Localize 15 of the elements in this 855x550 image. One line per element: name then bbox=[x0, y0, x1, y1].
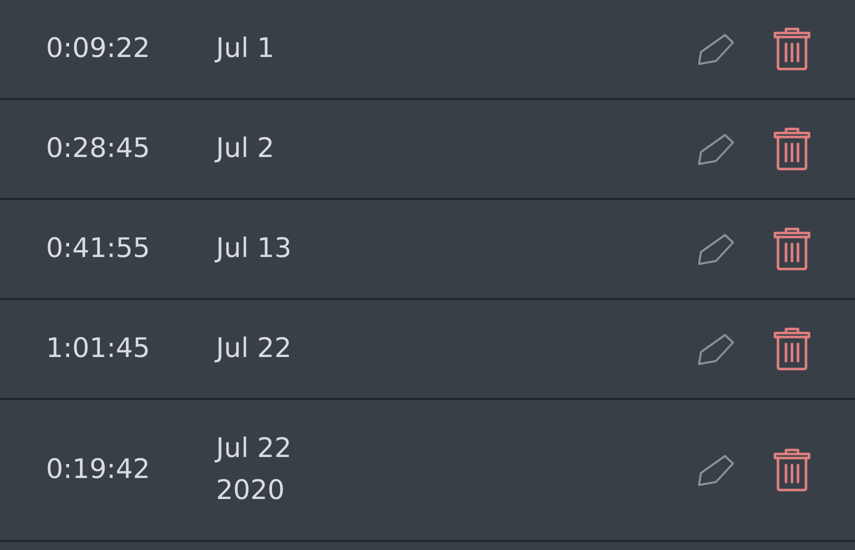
duration-text: 0:19:42 bbox=[46, 453, 152, 487]
duration-text: 0:41:55 bbox=[46, 232, 152, 266]
trash-icon[interactable] bbox=[773, 327, 811, 371]
duration-text: 0:09:22 bbox=[46, 32, 152, 66]
trash-icon[interactable] bbox=[773, 448, 811, 492]
trash-icon[interactable] bbox=[773, 227, 811, 271]
date-text: Jul 22 2020 bbox=[216, 432, 293, 508]
date-text: Jul 13 bbox=[216, 232, 293, 266]
duration-text: 1:01:45 bbox=[46, 332, 152, 366]
duration-text: 0:28:45 bbox=[46, 132, 152, 166]
trash-icon[interactable] bbox=[773, 127, 811, 171]
date-text: Jul 2 bbox=[216, 132, 276, 166]
date-text: Jul 1 bbox=[216, 32, 276, 66]
trash-icon[interactable] bbox=[773, 27, 811, 71]
date-text: Jul 22 bbox=[216, 332, 293, 366]
